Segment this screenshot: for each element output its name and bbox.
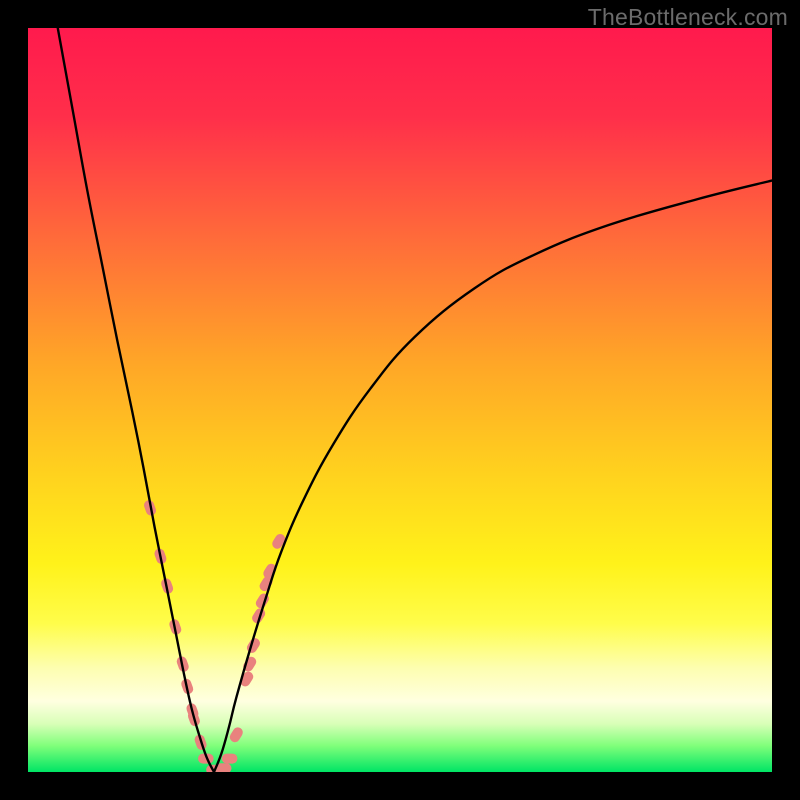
chart-marker <box>228 726 245 745</box>
watermark-text: TheBottleneck.com <box>588 4 788 31</box>
chart-frame: TheBottleneck.com <box>0 0 800 800</box>
chart-curve-layer <box>28 28 772 772</box>
chart-marker <box>222 754 238 764</box>
chart-markers <box>143 499 288 772</box>
curve-right-branch <box>214 181 772 772</box>
chart-plot-area <box>28 28 772 772</box>
curve-left-branch <box>58 28 214 772</box>
